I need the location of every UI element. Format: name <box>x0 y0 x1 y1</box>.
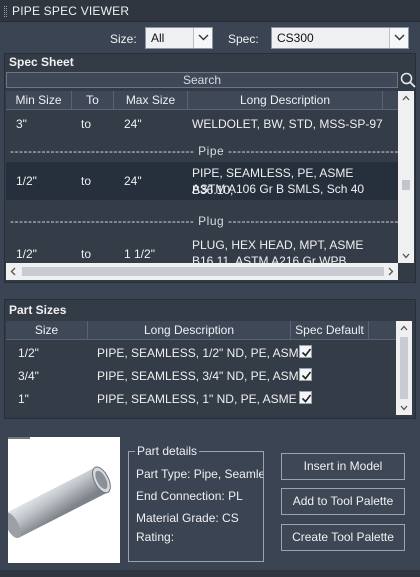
min-size-cell: 3" <box>16 117 27 131</box>
group-separator-plug: ----------------------------------------… <box>10 214 398 228</box>
to-cell: to <box>81 117 92 131</box>
min-size-cell: 1/2" <box>16 247 37 261</box>
spec-vertical-scrollbar[interactable] <box>398 91 414 263</box>
scroll-down-icon[interactable] <box>400 405 408 411</box>
spec-sheet-heading: Spec Sheet <box>9 55 74 69</box>
material-grade-text: Material Grade: CS <box>136 511 239 525</box>
add-to-tool-palette-label: Add to Tool Palette <box>292 494 394 508</box>
size-value: All <box>151 31 165 45</box>
window-title: PIPE SPEC VIEWER <box>12 4 130 18</box>
description-cell: PIPE, SEAMLESS, 1" ND, PE, ASME B <box>97 392 309 406</box>
search-box[interactable]: Search <box>6 72 398 88</box>
table-row[interactable]: 3" to 24" WELDOLET, BW, STD, MSS-SP-97 <box>6 110 398 139</box>
part-sizes-header: Size Long Description Spec Default <box>6 321 396 340</box>
table-row[interactable]: 1" PIPE, SEAMLESS, 1" ND, PE, ASME B <box>6 388 396 410</box>
description-cell: WELDOLET, BW, STD, MSS-SP-97 <box>192 117 383 131</box>
col-size[interactable]: Size <box>6 321 88 340</box>
scroll-thumb[interactable] <box>402 180 410 190</box>
scroll-thumb[interactable] <box>400 337 408 399</box>
scroll-up-icon[interactable] <box>402 95 410 101</box>
spec-table: Min Size To Max Size Long Description 3"… <box>6 91 398 263</box>
description-cell: PIPE, SEAMLESS, 1/2" ND, PE, ASME <box>97 346 307 360</box>
spec-value: CS300 <box>277 31 314 45</box>
insert-in-model-label: Insert in Model <box>303 459 383 473</box>
add-to-tool-palette-button[interactable]: Add to Tool Palette <box>281 488 405 515</box>
max-size-cell: 24" <box>124 117 142 131</box>
scroll-right-icon[interactable] <box>388 267 394 276</box>
rating-text: Rating: <box>136 530 175 544</box>
size-cell: 1/2" <box>18 346 39 360</box>
to-cell: to <box>81 247 92 261</box>
chevron-down-icon[interactable] <box>193 28 212 48</box>
min-size-cell: 1/2" <box>16 174 37 188</box>
part-sizes-heading: Part Sizes <box>9 303 67 317</box>
checkmark-icon <box>301 348 312 357</box>
spec-default-checkbox[interactable] <box>299 345 312 358</box>
col-long-description[interactable]: Long Description <box>88 321 291 340</box>
group-separator-pipe: ----------------------------------------… <box>10 144 398 158</box>
end-connection-text: End Connection: PL <box>136 489 243 503</box>
checkmark-icon <box>301 394 312 403</box>
spec-default-checkbox[interactable] <box>299 368 312 381</box>
scroll-left-icon[interactable] <box>10 267 16 276</box>
size-cell: 1" <box>18 392 29 406</box>
grip-icon[interactable] <box>4 6 7 17</box>
scroll-up-icon[interactable] <box>400 325 408 331</box>
part-sizes-vertical-scrollbar[interactable] <box>396 321 412 415</box>
bottom-edge <box>0 570 420 577</box>
description-cell-line2: B16.11, ASTM A216 Gr WPB <box>192 254 347 263</box>
size-dropdown[interactable]: All <box>145 27 213 49</box>
create-tool-palette-button[interactable]: Create Tool Palette <box>281 524 405 551</box>
scroll-down-icon[interactable] <box>402 253 410 259</box>
part-details-group: Part details <box>128 444 264 562</box>
size-label: Size: <box>110 32 137 46</box>
spec-table-header: Min Size To Max Size Long Description <box>6 91 398 110</box>
to-cell: to <box>81 174 92 188</box>
col-long-description[interactable]: Long Description <box>188 91 383 110</box>
table-row[interactable]: 1/2" PIPE, SEAMLESS, 1/2" ND, PE, ASME <box>6 342 396 364</box>
chevron-down-icon[interactable] <box>389 28 408 48</box>
part-preview-image <box>4 437 120 563</box>
part-details-legend: Part details <box>137 444 198 458</box>
max-size-cell: 1 1/2" <box>124 247 155 261</box>
spec-default-checkbox[interactable] <box>299 391 312 404</box>
table-row[interactable]: 1/2" to 1 1/2" PLUG, HEX HEAD, MPT, ASME… <box>6 233 398 263</box>
part-sizes-table: Size Long Description Spec Default 1/2" … <box>6 321 396 415</box>
size-cell: 3/4" <box>18 369 39 383</box>
description-cell: PLUG, HEX HEAD, MPT, ASME <box>192 238 364 252</box>
table-row[interactable]: 3/4" PIPE, SEAMLESS, 3/4" ND, PE, ASME <box>6 365 396 387</box>
checkmark-icon <box>301 371 312 380</box>
col-to[interactable]: To <box>72 91 114 110</box>
col-min-size[interactable]: Min Size <box>6 91 72 110</box>
spec-label: Spec: <box>228 32 259 46</box>
spec-dropdown[interactable]: CS300 <box>271 27 409 49</box>
col-spec-default[interactable]: Spec Default <box>291 321 369 340</box>
spec-horizontal-scrollbar[interactable] <box>6 263 398 280</box>
col-max-size[interactable]: Max Size <box>114 91 188 110</box>
max-size-cell: 24" <box>124 174 142 188</box>
create-tool-palette-label: Create Tool Palette <box>292 530 394 544</box>
part-type-text: Part Type: Pipe, Seamles <box>136 467 263 481</box>
scroll-thumb[interactable] <box>22 267 384 276</box>
insert-in-model-button[interactable]: Insert in Model <box>281 453 405 480</box>
description-cell: PIPE, SEAMLESS, 3/4" ND, PE, ASME <box>97 369 307 383</box>
table-row-selected[interactable]: 1/2" to 24" PIPE, SEAMLESS, PE, ASME B36… <box>6 162 398 200</box>
search-icon[interactable] <box>400 72 416 88</box>
description-cell-line2: ASTM A106 Gr B SMLS, Sch 40 <box>192 182 365 196</box>
